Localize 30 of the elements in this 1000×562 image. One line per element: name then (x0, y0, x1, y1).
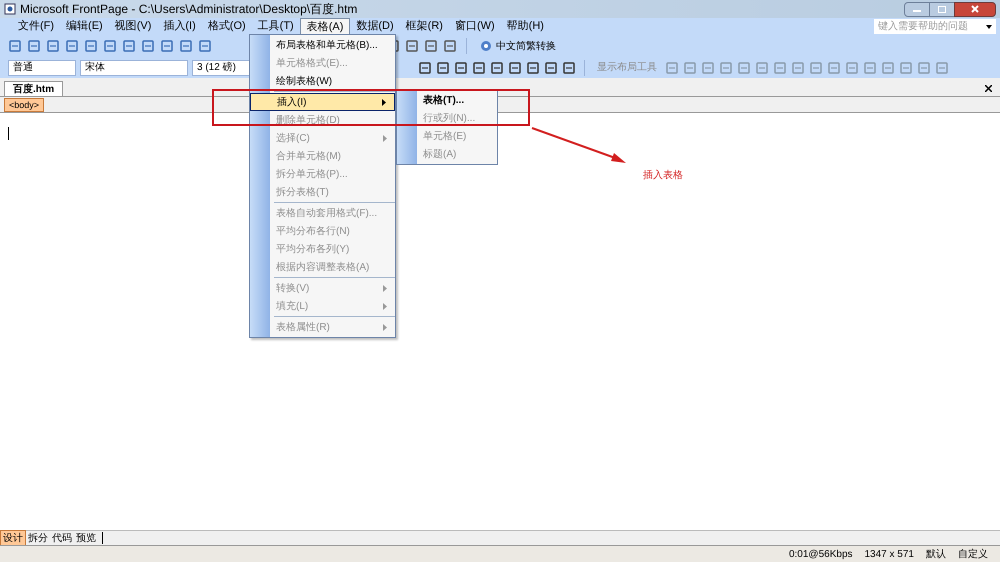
status-text: 默认 (926, 548, 946, 562)
view-tab[interactable]: 代码 (50, 530, 74, 546)
menu-item[interactable]: 表格(A) (300, 18, 350, 35)
status-text: 自定义 (958, 548, 988, 562)
menu-item[interactable]: 帮助(H) (500, 18, 550, 35)
tag-selector[interactable]: <body> (4, 98, 44, 112)
annotation-text: 插入表格 (643, 168, 683, 183)
help-search-field[interactable]: 键入需要帮助的问题 (874, 19, 996, 34)
size-dropdown[interactable]: 3 (12 磅) (192, 60, 252, 76)
menu-item[interactable]: 格式(O) (202, 18, 252, 35)
menu-item[interactable]: 框架(R) (400, 18, 449, 35)
menu-item[interactable]: 窗口(W) (448, 18, 501, 35)
font-dropdown[interactable]: 宋体 (80, 60, 188, 76)
menu-item[interactable]: 视图(V) (108, 18, 158, 35)
menu-entry[interactable]: 布局表格和单元格(B)... (250, 36, 395, 54)
convert-button[interactable]: 中文简繁转换 (476, 37, 560, 55)
menu-item[interactable]: 工具(T) (252, 18, 300, 35)
status-text: 0:01@56Kbps (788, 548, 852, 562)
menu-item[interactable]: 编辑(E) (60, 18, 109, 35)
menu-item[interactable]: 插入(I) (157, 18, 202, 35)
status-text: 1347 x 571 (864, 548, 914, 562)
window-title: Microsoft FrontPage - C:\Users\Administrator\Desktop\百度.htm (20, 1, 358, 18)
menu-entry[interactable]: 绘制表格(W) (250, 72, 395, 90)
document-tab[interactable]: 百度.htm (4, 81, 64, 96)
view-tab[interactable]: 拆分 (26, 530, 50, 546)
menu-entry[interactable]: 插入(I) (250, 90, 395, 111)
menu-item[interactable]: 数据(D) (350, 18, 400, 35)
menu-item[interactable]: 文件(F) (12, 18, 60, 35)
style-dropdown[interactable]: 普通 (8, 60, 76, 76)
view-tab[interactable]: 预览 (74, 530, 98, 546)
